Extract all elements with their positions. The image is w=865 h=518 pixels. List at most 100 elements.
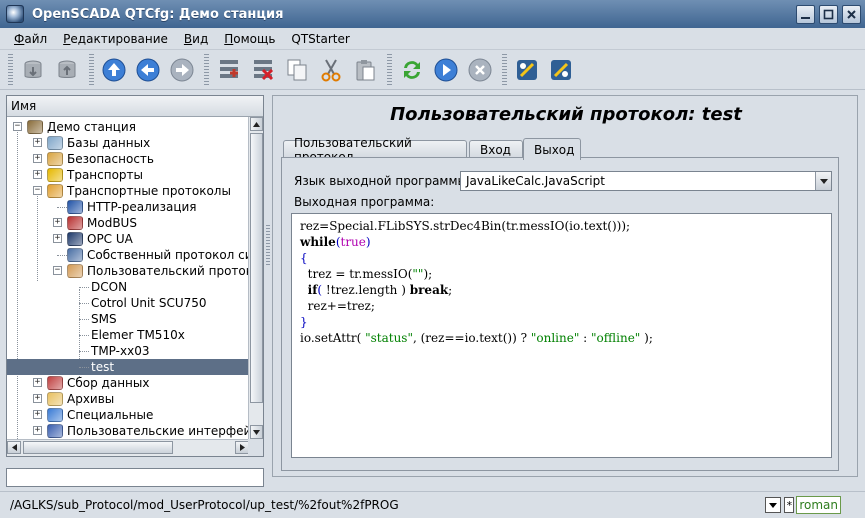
menu-file[interactable]: Файл bbox=[6, 32, 55, 46]
tree-item[interactable]: Собственный протокол системы bbox=[7, 247, 249, 263]
expand-icon[interactable]: + bbox=[33, 170, 42, 179]
expand-icon[interactable]: + bbox=[33, 426, 42, 435]
expand-icon[interactable]: + bbox=[33, 410, 42, 419]
tree-item[interactable]: + Транспорты bbox=[7, 167, 249, 183]
collapse-icon[interactable]: − bbox=[53, 266, 62, 275]
minimize-button[interactable] bbox=[796, 4, 815, 24]
status-menu-button[interactable] bbox=[765, 497, 782, 513]
output-language-dropdown-button[interactable] bbox=[815, 172, 831, 190]
status-bar: /AGLKS/sub_Protocol/mod_UserProtocol/up_… bbox=[0, 491, 865, 518]
tree-item-label: DCON bbox=[91, 280, 128, 294]
tree-vertical-scrollbar[interactable] bbox=[248, 117, 263, 439]
scroll-up-button[interactable] bbox=[250, 117, 263, 131]
navigation-tree-panel: Имя − Демо станция + Базы данных + Безопаснос… bbox=[6, 95, 264, 457]
tree-item[interactable]: Elemer TM510x bbox=[7, 327, 249, 343]
tree-item[interactable]: SMS bbox=[7, 311, 249, 327]
tree-item[interactable]: + Базы данных bbox=[7, 135, 249, 151]
tab-output[interactable]: Выход bbox=[523, 138, 581, 160]
toolbar-grip-5[interactable] bbox=[502, 53, 507, 86]
modbus-icon bbox=[67, 216, 83, 230]
tree-vertical-scroll-thumb[interactable] bbox=[250, 133, 263, 403]
copy-button[interactable] bbox=[281, 54, 313, 86]
code-token: rez=Special.FLibSYS.strDec4Bin(tr.messIO… bbox=[300, 219, 631, 233]
tree-item[interactable]: − Транспортные протоколы bbox=[7, 183, 249, 199]
tab-output-label: Выход bbox=[534, 142, 575, 157]
tree-horizontal-scroll-thumb[interactable] bbox=[23, 441, 173, 454]
expand-icon[interactable]: + bbox=[53, 218, 62, 227]
expand-icon[interactable]: + bbox=[33, 394, 42, 403]
tree-item[interactable]: + ModBUS bbox=[7, 215, 249, 231]
menu-view-mnemonic: В bbox=[183, 31, 193, 46]
tree-header[interactable]: Имя bbox=[7, 96, 263, 117]
tree-item[interactable]: − Демо станция bbox=[7, 119, 249, 135]
menu-view[interactable]: Вид bbox=[176, 32, 216, 46]
up-button[interactable] bbox=[98, 54, 130, 86]
tool2-button[interactable] bbox=[545, 54, 577, 86]
expand-icon[interactable]: + bbox=[33, 154, 42, 163]
expand-icon[interactable]: + bbox=[33, 138, 42, 147]
toolbar-grip-3[interactable] bbox=[204, 53, 209, 86]
tree-item[interactable]: + OPC UA bbox=[7, 231, 249, 247]
scroll-down-button[interactable] bbox=[250, 425, 263, 439]
db-save-button[interactable] bbox=[51, 54, 83, 86]
tree-item[interactable]: HTTP-реализация bbox=[7, 199, 249, 215]
maximize-button[interactable] bbox=[819, 4, 838, 24]
tree-item[interactable]: + Сбор данных bbox=[7, 375, 249, 391]
start-button[interactable] bbox=[430, 54, 462, 86]
back-button[interactable] bbox=[132, 54, 164, 86]
code-token: rez+=trez; bbox=[300, 299, 375, 313]
collapse-icon[interactable]: − bbox=[33, 186, 42, 195]
tool1-button[interactable] bbox=[511, 54, 543, 86]
tree-item[interactable]: + Архивы bbox=[7, 391, 249, 407]
delete-button[interactable] bbox=[247, 54, 279, 86]
code-token: ) bbox=[365, 235, 371, 249]
tree-item[interactable]: test bbox=[7, 359, 249, 375]
menu-help[interactable]: Помощь bbox=[216, 32, 283, 46]
code-token: io.setAttr( bbox=[300, 331, 366, 345]
paste-button[interactable] bbox=[349, 54, 381, 86]
collapse-icon[interactable]: − bbox=[13, 122, 22, 131]
tree-filter-input[interactable] bbox=[6, 468, 264, 487]
cut-button[interactable] bbox=[315, 54, 347, 86]
scroll-right-button[interactable] bbox=[235, 441, 249, 454]
tree-item[interactable]: + Специальные bbox=[7, 407, 249, 423]
toolbar-grip-4[interactable] bbox=[387, 53, 392, 86]
scroll-left-button[interactable] bbox=[7, 441, 21, 454]
tree-horizontal-scrollbar[interactable] bbox=[7, 439, 249, 456]
tree-item[interactable]: TMP-xx03 bbox=[7, 343, 249, 359]
security-icon bbox=[47, 152, 63, 166]
expand-icon[interactable]: + bbox=[33, 378, 42, 387]
db-load-button[interactable] bbox=[17, 54, 49, 86]
forward-button[interactable] bbox=[166, 54, 198, 86]
navigation-tree[interactable]: − Демо станция + Базы данных + Безопасность + Т… bbox=[7, 117, 249, 439]
tree-item[interactable]: + Безопасность bbox=[7, 151, 249, 167]
tree-item[interactable]: + Пользовательские интерфейсы bbox=[7, 423, 249, 439]
arrow-right-icon bbox=[239, 444, 245, 451]
user-protocol-icon bbox=[67, 264, 83, 278]
panel-splitter[interactable] bbox=[266, 225, 270, 265]
status-language-indicator[interactable]: roman bbox=[796, 496, 841, 514]
tab-panel-output: Язык выходной программы: JavaLikeCalc.Ja… bbox=[281, 157, 839, 471]
tree-item-label: ModBUS bbox=[87, 216, 137, 230]
add-icon bbox=[220, 59, 238, 78]
stop-button[interactable] bbox=[464, 54, 496, 86]
tree-item[interactable]: Cotrol Unit SCU750 bbox=[7, 295, 249, 311]
close-button[interactable] bbox=[842, 4, 861, 24]
toolbar-grip[interactable] bbox=[8, 53, 13, 86]
toolbar-grip-2[interactable] bbox=[89, 53, 94, 86]
tree-item[interactable]: − Пользовательский протокол bbox=[7, 263, 249, 279]
menu-qtstarter[interactable]: QTStarter bbox=[283, 32, 357, 46]
output-language-select[interactable]: JavaLikeCalc.JavaScript bbox=[460, 171, 832, 191]
output-program-editor[interactable]: rez=Special.FLibSYS.strDec4Bin(tr.messIO… bbox=[291, 213, 832, 458]
code-token: "online" bbox=[530, 331, 580, 345]
menu-edit[interactable]: Редактирование bbox=[55, 32, 176, 46]
add-button[interactable] bbox=[213, 54, 245, 86]
code-line: if( !trez.length ) break; bbox=[300, 282, 823, 298]
database-icon bbox=[47, 136, 63, 150]
folder-open-icon bbox=[47, 184, 63, 198]
expand-icon[interactable]: + bbox=[53, 234, 62, 243]
tree-item-label: Безопасность bbox=[67, 152, 154, 166]
refresh-button[interactable] bbox=[396, 54, 428, 86]
tree-item[interactable]: DCON bbox=[7, 279, 249, 295]
paste-icon bbox=[356, 59, 375, 80]
